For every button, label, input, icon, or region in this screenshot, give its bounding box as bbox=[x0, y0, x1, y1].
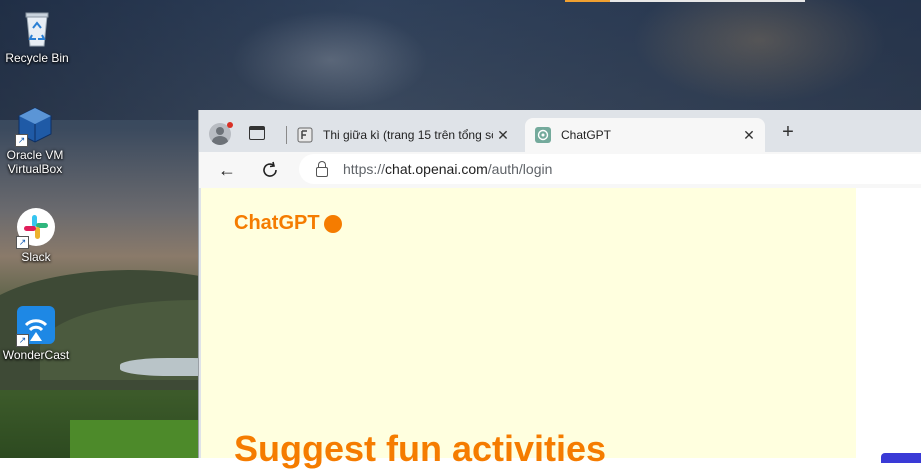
chatgpt-hero-panel: ChatGPT Suggest fun activities bbox=[201, 188, 856, 469]
login-button[interactable] bbox=[881, 453, 921, 463]
chatgpt-favicon-icon bbox=[535, 127, 551, 143]
desktop-icon-label: Oracle VM VirtualBox bbox=[6, 148, 64, 176]
desktop-icon-label: Recycle Bin bbox=[5, 51, 69, 65]
wondercast-icon: ↗ bbox=[16, 305, 56, 347]
desktop-icon-label: Slack bbox=[21, 250, 51, 264]
browser-toolbar: ← https://chat.openai.com/auth/login bbox=[199, 152, 921, 188]
notification-dot bbox=[227, 122, 233, 128]
virtualbox-icon: ↗ bbox=[15, 105, 55, 147]
desktop-icon-slack[interactable]: ↗ Slack bbox=[1, 207, 71, 264]
url-path: /auth/login bbox=[487, 161, 553, 177]
browser-window: Thi giữa kì (trang 15 trên tổng số ✕ Cha… bbox=[198, 110, 921, 469]
tab-actions-icon[interactable] bbox=[249, 126, 265, 140]
recycle-bin-icon bbox=[17, 8, 57, 48]
close-tab-icon[interactable]: ✕ bbox=[493, 127, 513, 144]
lock-icon[interactable] bbox=[315, 161, 329, 177]
tab-strip: Thi giữa kì (trang 15 trên tổng số ✕ Cha… bbox=[199, 110, 921, 152]
tab-exam[interactable]: Thi giữa kì (trang 15 trên tổng số ✕ bbox=[287, 118, 519, 152]
shortcut-arrow-icon: ↗ bbox=[15, 134, 28, 147]
brand-text: ChatGPT bbox=[234, 212, 320, 234]
page-content: ChatGPT Suggest fun activities bbox=[201, 188, 921, 469]
desktop-icon-recycle-bin[interactable]: Recycle Bin bbox=[2, 8, 72, 65]
shortcut-arrow-icon: ↗ bbox=[16, 236, 29, 249]
desktop-icon-label: WonderCast bbox=[2, 348, 70, 362]
pdf-document-icon bbox=[297, 127, 313, 143]
tab-chatgpt[interactable]: ChatGPT ✕ bbox=[525, 118, 765, 152]
address-bar[interactable]: https://chat.openai.com/auth/login bbox=[299, 154, 921, 184]
new-tab-plus-icon[interactable]: + bbox=[777, 122, 799, 144]
window-edge bbox=[565, 0, 610, 2]
brand-dot-icon bbox=[323, 214, 342, 233]
avatar-body bbox=[212, 136, 228, 145]
url-text: https://chat.openai.com/auth/login bbox=[343, 161, 552, 177]
desktop-icon-wondercast[interactable]: ↗ WonderCast bbox=[1, 305, 71, 362]
hero-headline: Suggest fun activities bbox=[234, 428, 607, 469]
shortcut-arrow-icon: ↗ bbox=[16, 334, 29, 347]
avatar-head bbox=[216, 127, 224, 135]
close-tab-icon[interactable]: ✕ bbox=[739, 127, 759, 144]
url-host: chat.openai.com bbox=[385, 161, 488, 177]
desktop-icon-virtualbox[interactable]: ↗ Oracle VM VirtualBox bbox=[0, 105, 70, 176]
field bbox=[70, 420, 210, 458]
url-scheme: https:// bbox=[343, 161, 386, 177]
reload-icon[interactable] bbox=[258, 158, 282, 182]
sky-clouds bbox=[0, 0, 921, 120]
tab-title: ChatGPT bbox=[561, 128, 612, 142]
back-arrow-icon[interactable]: ← bbox=[215, 158, 239, 182]
slack-icon: ↗ bbox=[16, 207, 56, 249]
tab-title: Thi giữa kì (trang 15 trên tổng số bbox=[323, 128, 493, 142]
chatgpt-logo: ChatGPT bbox=[234, 212, 342, 235]
